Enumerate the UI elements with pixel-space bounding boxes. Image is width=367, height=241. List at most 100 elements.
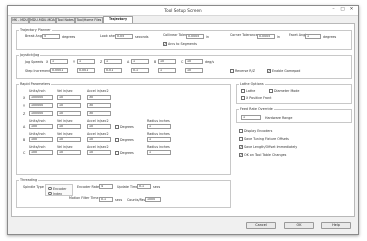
a-degrees-label: Degrees	[120, 125, 134, 129]
display-encoders-label: Display Encoders	[244, 129, 273, 133]
save-offsets-checkbox[interactable]	[239, 137, 243, 141]
counts-rev-input[interactable]: 1000	[145, 197, 161, 202]
motion-filter-input[interactable]: 0.1	[99, 197, 113, 202]
a-vel-input[interactable]: 10	[57, 124, 81, 129]
group-label: Lathe Options	[239, 82, 265, 86]
display-encoders-checkbox[interactable]	[239, 129, 243, 133]
z-vel-input[interactable]: 10	[57, 111, 81, 116]
diameter-mode-label: Diameter Mode	[274, 89, 300, 93]
b-units-input[interactable]: 100	[29, 137, 53, 142]
help-button[interactable]: Help	[321, 222, 351, 229]
b-accel-input[interactable]: 10	[87, 137, 111, 142]
tab-mdu-mda[interactable]: MDU-MDU-MDA	[29, 17, 56, 23]
update-time-label: Update Time	[117, 185, 139, 189]
y-vel-input[interactable]: 10	[57, 103, 81, 108]
corner-input[interactable]: 0.0005	[257, 34, 275, 39]
c-accel-input[interactable]: 10	[87, 150, 111, 155]
reverse-rz-checkbox[interactable]	[230, 69, 234, 73]
spindle-type-options: Encoder Index	[45, 184, 73, 196]
save-length-checkbox[interactable]: ✓	[239, 145, 243, 149]
b-vel-input[interactable]: 10	[57, 137, 81, 142]
axis-x-label: X	[23, 96, 26, 100]
ok-button[interactable]: OK	[284, 222, 314, 229]
step-increment-5-input[interactable]: 1	[158, 68, 176, 73]
a-accel-input[interactable]: 10	[87, 124, 111, 129]
break-angle-input[interactable]: 5	[42, 34, 60, 39]
jog-speed-x-input[interactable]: 1	[50, 59, 68, 64]
jog-speed-b-input[interactable]: 10	[158, 59, 176, 64]
lookahead-unit: seconds	[135, 34, 149, 39]
tab-tool-notes[interactable]: Tool Notes	[56, 17, 75, 23]
encoder-radio[interactable]	[48, 186, 52, 191]
a-degrees-checkbox[interactable]	[115, 125, 119, 129]
joystick-jog-group: Joystick/Jog Jog Speeds X 1 Y 1 Z 1 A 1 …	[16, 53, 352, 79]
enable-gamepad-checkbox[interactable]: ✓	[267, 69, 271, 73]
x-units-input[interactable]: 100000	[29, 95, 53, 100]
lathe-label: Lathe	[246, 89, 256, 93]
b-accel-header: Accel in/sec2	[87, 132, 109, 136]
axis-b-label: B	[23, 138, 26, 142]
axis-a-label: A	[127, 60, 130, 64]
trajectory-planner-group: Trajectory Planner Break Angle 5 degrees…	[16, 28, 352, 50]
minimize-icon[interactable]: –	[329, 7, 338, 13]
feed-rate-override-group: Feed Rate Override 1 Hardware Range	[236, 107, 352, 123]
c-vel-input[interactable]: 10	[57, 150, 81, 155]
lookahead-input[interactable]: 0.05	[115, 34, 133, 39]
index-radio[interactable]	[48, 191, 52, 196]
ok-tool-table-checkbox[interactable]: ✓	[239, 153, 243, 157]
facet-input[interactable]: 1	[305, 34, 321, 39]
lathe-checkbox[interactable]	[241, 89, 245, 93]
x-vel-input[interactable]: 10	[57, 95, 81, 100]
tab-mk-mdu[interactable]: MK - MDU	[11, 17, 29, 23]
z-accel-input[interactable]: 30	[87, 111, 111, 116]
b-degrees-checkbox[interactable]	[115, 138, 119, 142]
spindle-type-label: Spindle Type	[23, 185, 44, 189]
step-increment-2-input[interactable]: 0.001	[77, 68, 95, 73]
update-time-input[interactable]: 0.1	[137, 184, 151, 189]
axis-z-label: Z	[23, 112, 26, 116]
a-radius-input[interactable]: 1	[147, 124, 171, 129]
c-radius-input[interactable]: 1	[147, 150, 171, 155]
step-increment-4-input[interactable]: 0.1	[131, 68, 149, 73]
encoder-rate-input[interactable]: 4	[99, 184, 113, 189]
z-units-input[interactable]: 100000	[29, 111, 53, 116]
jog-speed-z-input[interactable]: 1	[104, 59, 122, 64]
jog-speed-a-input[interactable]: 1	[131, 59, 149, 64]
b-radius-input[interactable]: 1	[147, 137, 171, 142]
feed-rate-input[interactable]: 1	[241, 115, 261, 120]
y-accel-input[interactable]: 30	[87, 103, 111, 108]
c-degrees-checkbox[interactable]	[115, 151, 119, 155]
cancel-button[interactable]: Cancel	[246, 222, 276, 229]
a-units-input[interactable]: 100	[29, 124, 53, 129]
x-accel-input[interactable]: 30	[87, 95, 111, 100]
break-angle-unit: degrees	[62, 34, 76, 39]
save-offsets-label: Save Tuning Fixture Offsets	[244, 137, 289, 141]
step-increment-1-input[interactable]: 0.0001	[50, 68, 68, 73]
save-length-label: Save Length/Offset Immediately	[244, 145, 298, 149]
a-vel-header: Vel in/sec	[57, 119, 73, 123]
tab-tool-home-files[interactable]: Tool/Home Files	[75, 17, 103, 23]
jog-speed-unit: deg/s	[205, 60, 215, 64]
collinear-input[interactable]: 0.0005	[186, 34, 204, 39]
axis-x-label: X	[46, 60, 49, 64]
arcs-to-segments-checkbox[interactable]: ✓	[163, 42, 167, 46]
rapid-parameters-group: Rapid Parameters Units/inch Vel in/sec A…	[16, 82, 231, 175]
jog-speed-c-input[interactable]: 10	[185, 59, 203, 64]
tool-setup-window: Tool Setup Screen – □ ✕ MK - MDU MDU-MDU…	[7, 5, 359, 235]
diameter-mode-checkbox[interactable]	[269, 89, 273, 93]
title-bar: Tool Setup Screen – □ ✕	[8, 6, 358, 16]
close-icon[interactable]: ✕	[347, 7, 356, 13]
c-units-input[interactable]: 100	[29, 150, 53, 155]
maximize-icon[interactable]: □	[338, 7, 347, 13]
y-units-input[interactable]: 100000	[29, 103, 53, 108]
x-positive-front-checkbox[interactable]	[241, 96, 245, 100]
b-vel-header: Vel in/sec	[57, 132, 73, 136]
window-title: Tool Setup Screen	[164, 7, 202, 13]
step-increment-3-input[interactable]: 0.01	[104, 68, 122, 73]
axis-b-label: B	[154, 60, 157, 64]
tab-trajectory-planner[interactable]: Trajectory Planner	[103, 16, 133, 27]
jog-speeds-label: Jog Speeds	[25, 60, 44, 64]
threading-group: Threading Spindle Type Encoder Index Enc…	[16, 178, 231, 208]
jog-speed-y-input[interactable]: 1	[77, 59, 95, 64]
step-increment-6-input[interactable]: 10	[185, 68, 203, 73]
